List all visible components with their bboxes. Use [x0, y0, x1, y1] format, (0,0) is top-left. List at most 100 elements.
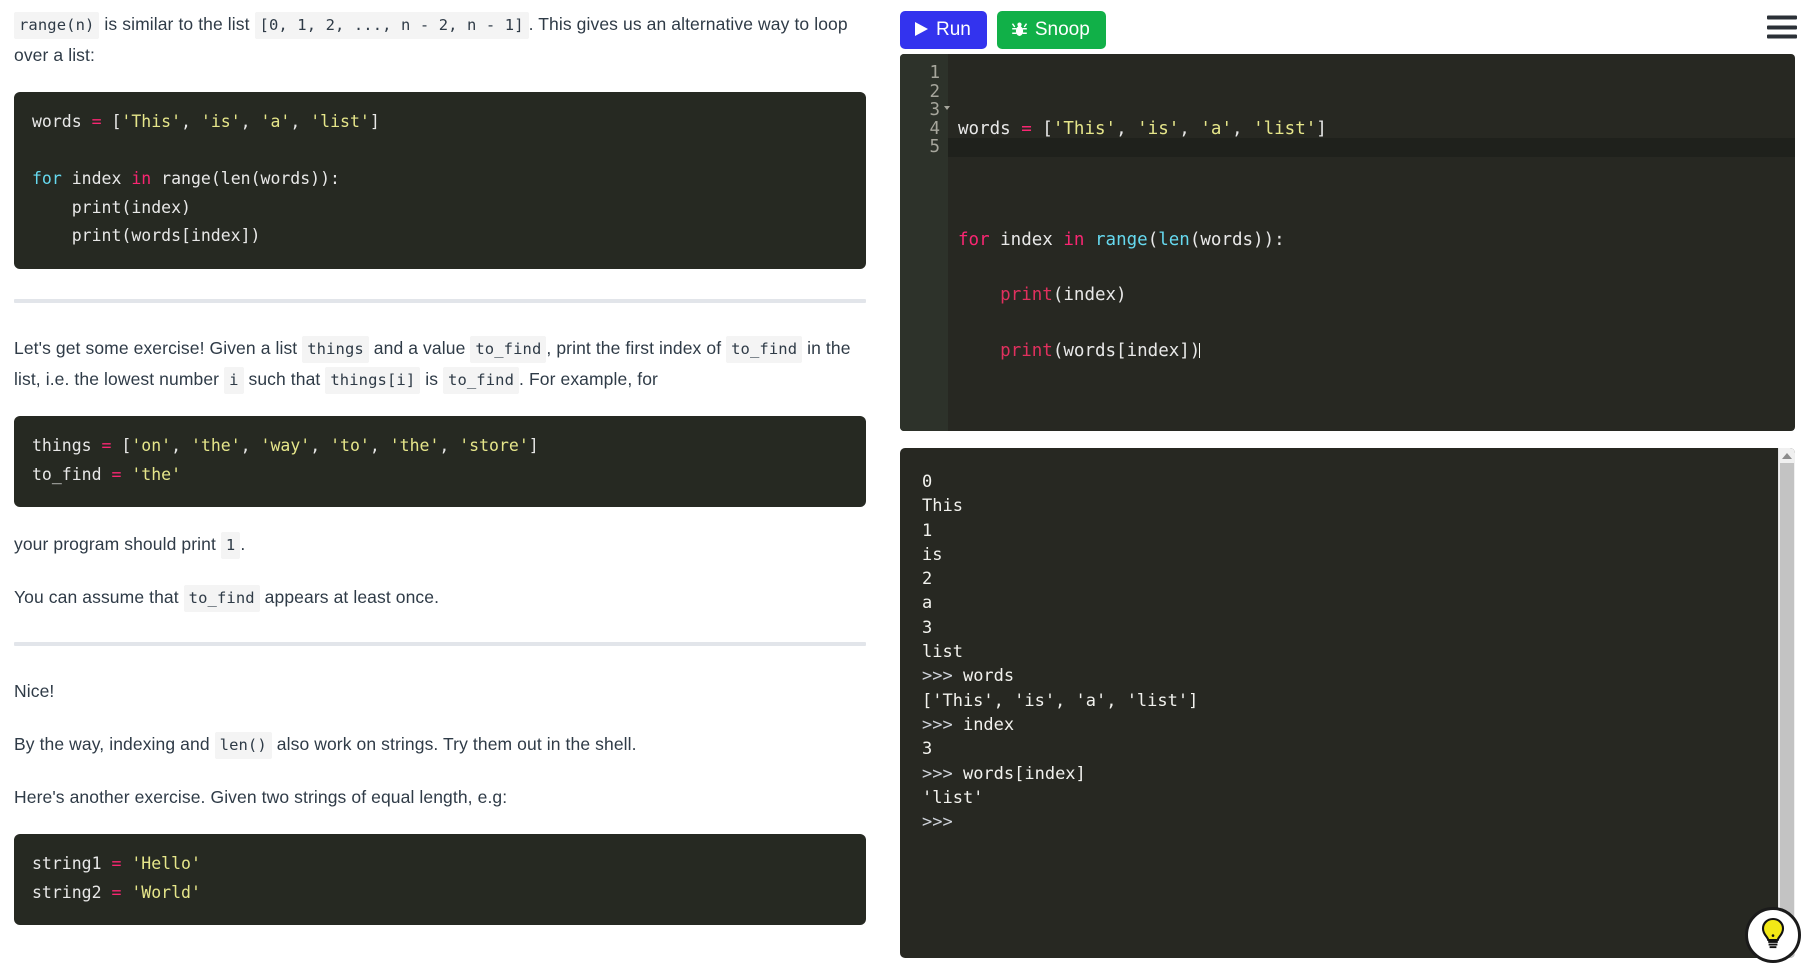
console-line-text: 2 — [922, 569, 933, 590]
hamburger-menu-icon[interactable] — [1767, 15, 1797, 39]
inline-code-len: len() — [214, 732, 272, 760]
console-line-text — [963, 812, 973, 832]
console-line: >>> words — [922, 664, 1778, 688]
console-line: 1 — [922, 519, 1778, 543]
paragraph-1-text-a: is similar to the list — [99, 14, 255, 34]
tutorial-paragraph-6: By the way, indexing and len() also work… — [14, 729, 866, 760]
editor-line-5: print(words[index]) — [1000, 340, 1201, 361]
console-line: >>> — [922, 810, 1778, 834]
p6-text-2: also work on strings. Try them out in th… — [271, 734, 637, 755]
console-line-text: ['This', 'is', 'a', 'list'] — [922, 690, 1199, 711]
console-line: 3 — [922, 616, 1778, 640]
console-line: list — [922, 640, 1778, 664]
code-line: string1 = 'Hello' — [32, 854, 201, 874]
run-button[interactable]: Run — [900, 10, 987, 49]
active-line-highlight — [948, 138, 1795, 157]
inline-code-things-i: things[i] — [325, 366, 421, 394]
console-line-text: 3 — [922, 739, 933, 760]
p2-text-6: is — [420, 368, 444, 389]
console-line-text: a — [922, 593, 933, 614]
console-line-text: 0 — [922, 472, 933, 492]
console-line: 2 — [922, 567, 1778, 591]
inline-code-to-find-2: to_find — [726, 335, 803, 363]
console-line: This — [922, 494, 1778, 518]
editor-code-area[interactable]: words = ['This', 'is', 'a', 'list'] for … — [948, 54, 1795, 431]
inline-code-to-find-1: to_find — [470, 335, 547, 363]
code-line: for index in range(len(words)): — [32, 169, 340, 189]
code-line: words = ['This', 'is', 'a', 'list'] — [32, 112, 380, 132]
editor-line-2 — [958, 175, 1795, 194]
console-line: ['This', 'is', 'a', 'list'] — [922, 689, 1778, 713]
code-block-things: things = ['on', 'the', 'way', 'to', 'the… — [14, 416, 866, 508]
tutorial-paragraph-3: your program should print 1. — [14, 529, 866, 560]
console-line-text: 'list' — [922, 787, 984, 808]
console-line: >>> words[index] — [922, 762, 1778, 786]
inline-code-to-find-3: to_find — [443, 366, 520, 394]
code-line: string2 = 'World' — [32, 882, 201, 902]
console-line-text: 1 — [922, 520, 933, 541]
console-line: >>> index — [922, 713, 1778, 737]
p4-text-2: appears at least once. — [259, 586, 440, 607]
code-block-words-loop: words = ['This', 'is', 'a', 'list'] for … — [14, 92, 866, 269]
inline-code-i: i — [224, 366, 244, 394]
console-line-text: words — [962, 666, 1015, 687]
run-button-label: Run — [936, 18, 971, 40]
console-line-text: index — [962, 714, 1015, 735]
p2-text-1: Let's get some exercise! Given a list — [14, 337, 303, 358]
console-line-text: is — [922, 544, 943, 565]
console-line-text: list — [922, 642, 963, 663]
p2-text-3: , print the first index of — [546, 337, 727, 358]
scrollbar-thumb[interactable] — [1780, 463, 1794, 958]
console-line: 'list' — [922, 786, 1778, 810]
editor-line-4: print(index) — [1000, 285, 1127, 305]
tutorial-paragraph-5: Nice! — [14, 681, 55, 702]
code-line: things = ['on', 'the', 'way', 'to', 'the… — [32, 436, 539, 456]
p3-text-1: your program should print — [14, 534, 221, 555]
tutorial-paragraph-2: Let's get some exercise! Given a list th… — [14, 333, 866, 394]
console-line-text: words[index] — [962, 763, 1086, 784]
code-line: to_find = 'the' — [32, 464, 182, 484]
play-icon — [914, 21, 929, 37]
inline-code-range-n: range(n) — [14, 12, 100, 39]
inline-code-things: things — [302, 335, 369, 363]
console-line: a — [922, 591, 1778, 615]
p2-text-7: . For example, for — [519, 368, 658, 389]
console-line: 0 — [922, 470, 1778, 494]
inline-code-to-find-4: to_find — [183, 584, 260, 612]
lightbulb-icon — [1758, 917, 1788, 954]
code-block-strings: string1 = 'Hello' string2 = 'World' — [14, 834, 866, 926]
tutorial-paragraph-1: range(n) is similar to the list [0, 1, 2… — [14, 9, 866, 70]
tutorial-paragraph-4: You can assume that to_find appears at l… — [14, 582, 866, 613]
bug-icon — [1011, 21, 1028, 38]
text-caret — [1199, 342, 1201, 358]
line-number-active: 5 — [929, 137, 940, 157]
editor-gutter: 1 2 3 4 5 — [900, 54, 950, 431]
tutorial-paragraph-7: Here's another exercise. Given two strin… — [14, 786, 508, 807]
app-root: range(n) is similar to the list [0, 1, 2… — [0, 0, 1815, 971]
line-number: 2 — [929, 81, 940, 102]
console-output[interactable]: 0 This 1 is 2 a 3 list >>> words ['This', 'is', '… — [900, 448, 1778, 958]
code-line: print(words[index]) — [32, 226, 261, 246]
console-line-text: This — [922, 496, 963, 517]
console-prompt: >>> — [922, 714, 963, 735]
line-number: 3 — [900, 101, 950, 120]
scroll-up-arrow-icon[interactable] — [1782, 453, 1792, 459]
help-button[interactable] — [1745, 907, 1801, 963]
snoop-button[interactable]: Snoop — [996, 10, 1106, 49]
snoop-button-label: Snoop — [1034, 18, 1090, 40]
inline-code-list-literal: [0, 1, 2, ..., n - 2, n - 1] — [254, 12, 529, 39]
console-scrollbar[interactable] — [1778, 448, 1795, 958]
console-line: is — [922, 543, 1778, 567]
p4-text-1: You can assume that — [14, 586, 184, 607]
console-prompt: >>> — [922, 666, 963, 687]
console-line: 3 — [922, 737, 1778, 761]
output-console-panel[interactable]: 0 This 1 is 2 a 3 list >>> words ['This', 'is', '… — [900, 448, 1795, 958]
code-editor[interactable]: 1 2 3 4 5 words = ['This', 'is', 'a', 'l… — [900, 54, 1795, 431]
p6-text-1: By the way, indexing and — [14, 734, 215, 755]
console-line-text: 3 — [922, 617, 933, 638]
p2-text-5: such that — [243, 368, 326, 389]
tutorial-pane[interactable]: range(n) is similar to the list [0, 1, 2… — [0, 0, 880, 971]
line-number: 1 — [929, 63, 940, 83]
inline-code-one: 1 — [220, 532, 241, 560]
